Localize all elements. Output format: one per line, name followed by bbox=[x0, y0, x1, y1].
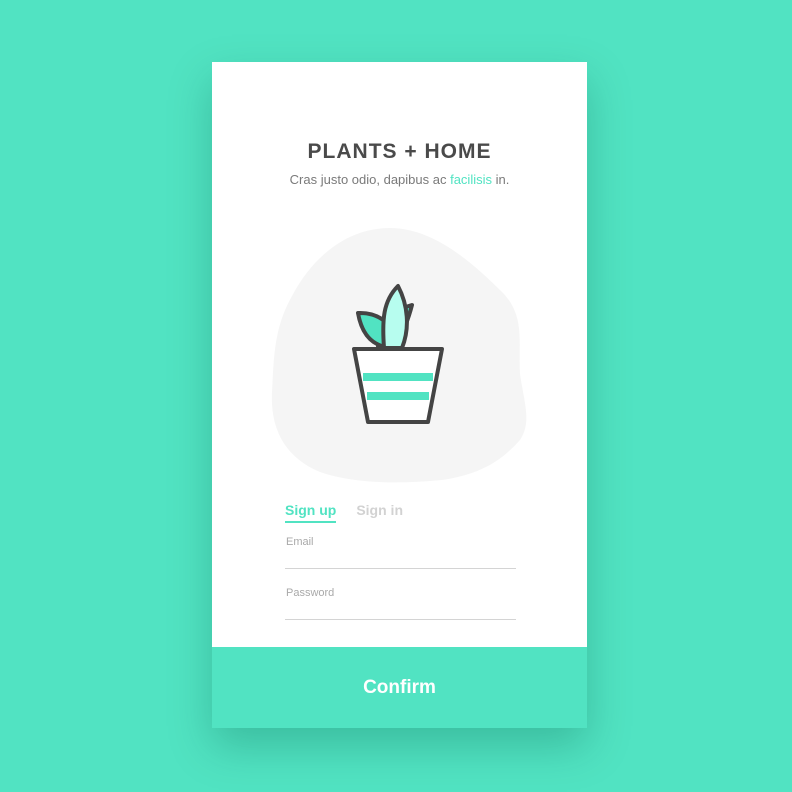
tab-sign-up[interactable]: Sign up bbox=[285, 502, 337, 523]
confirm-button[interactable]: Confirm bbox=[212, 647, 587, 728]
email-input[interactable] bbox=[285, 550, 516, 566]
password-input[interactable] bbox=[285, 601, 516, 617]
email-field: Email bbox=[285, 536, 516, 569]
tab-sign-in[interactable]: Sign in bbox=[356, 502, 403, 521]
app-title: PLANTS + HOME bbox=[307, 140, 492, 163]
plant-illustration bbox=[271, 228, 527, 483]
email-label: Email bbox=[286, 536, 314, 548]
subtitle-text-end: in. bbox=[492, 172, 510, 187]
password-field: Password bbox=[285, 587, 516, 620]
signup-card: PLANTS + HOME Cras justo odio, dapibus a… bbox=[212, 62, 587, 728]
subtitle-text-start: Cras justo odio, dapibus ac bbox=[289, 172, 451, 187]
subtitle-link[interactable]: facilisis bbox=[450, 172, 492, 187]
app-subtitle: Cras justo odio, dapibus ac facilisis in… bbox=[212, 172, 587, 187]
password-label: Password bbox=[286, 587, 335, 599]
auth-tabs: Sign up Sign in bbox=[285, 502, 423, 526]
